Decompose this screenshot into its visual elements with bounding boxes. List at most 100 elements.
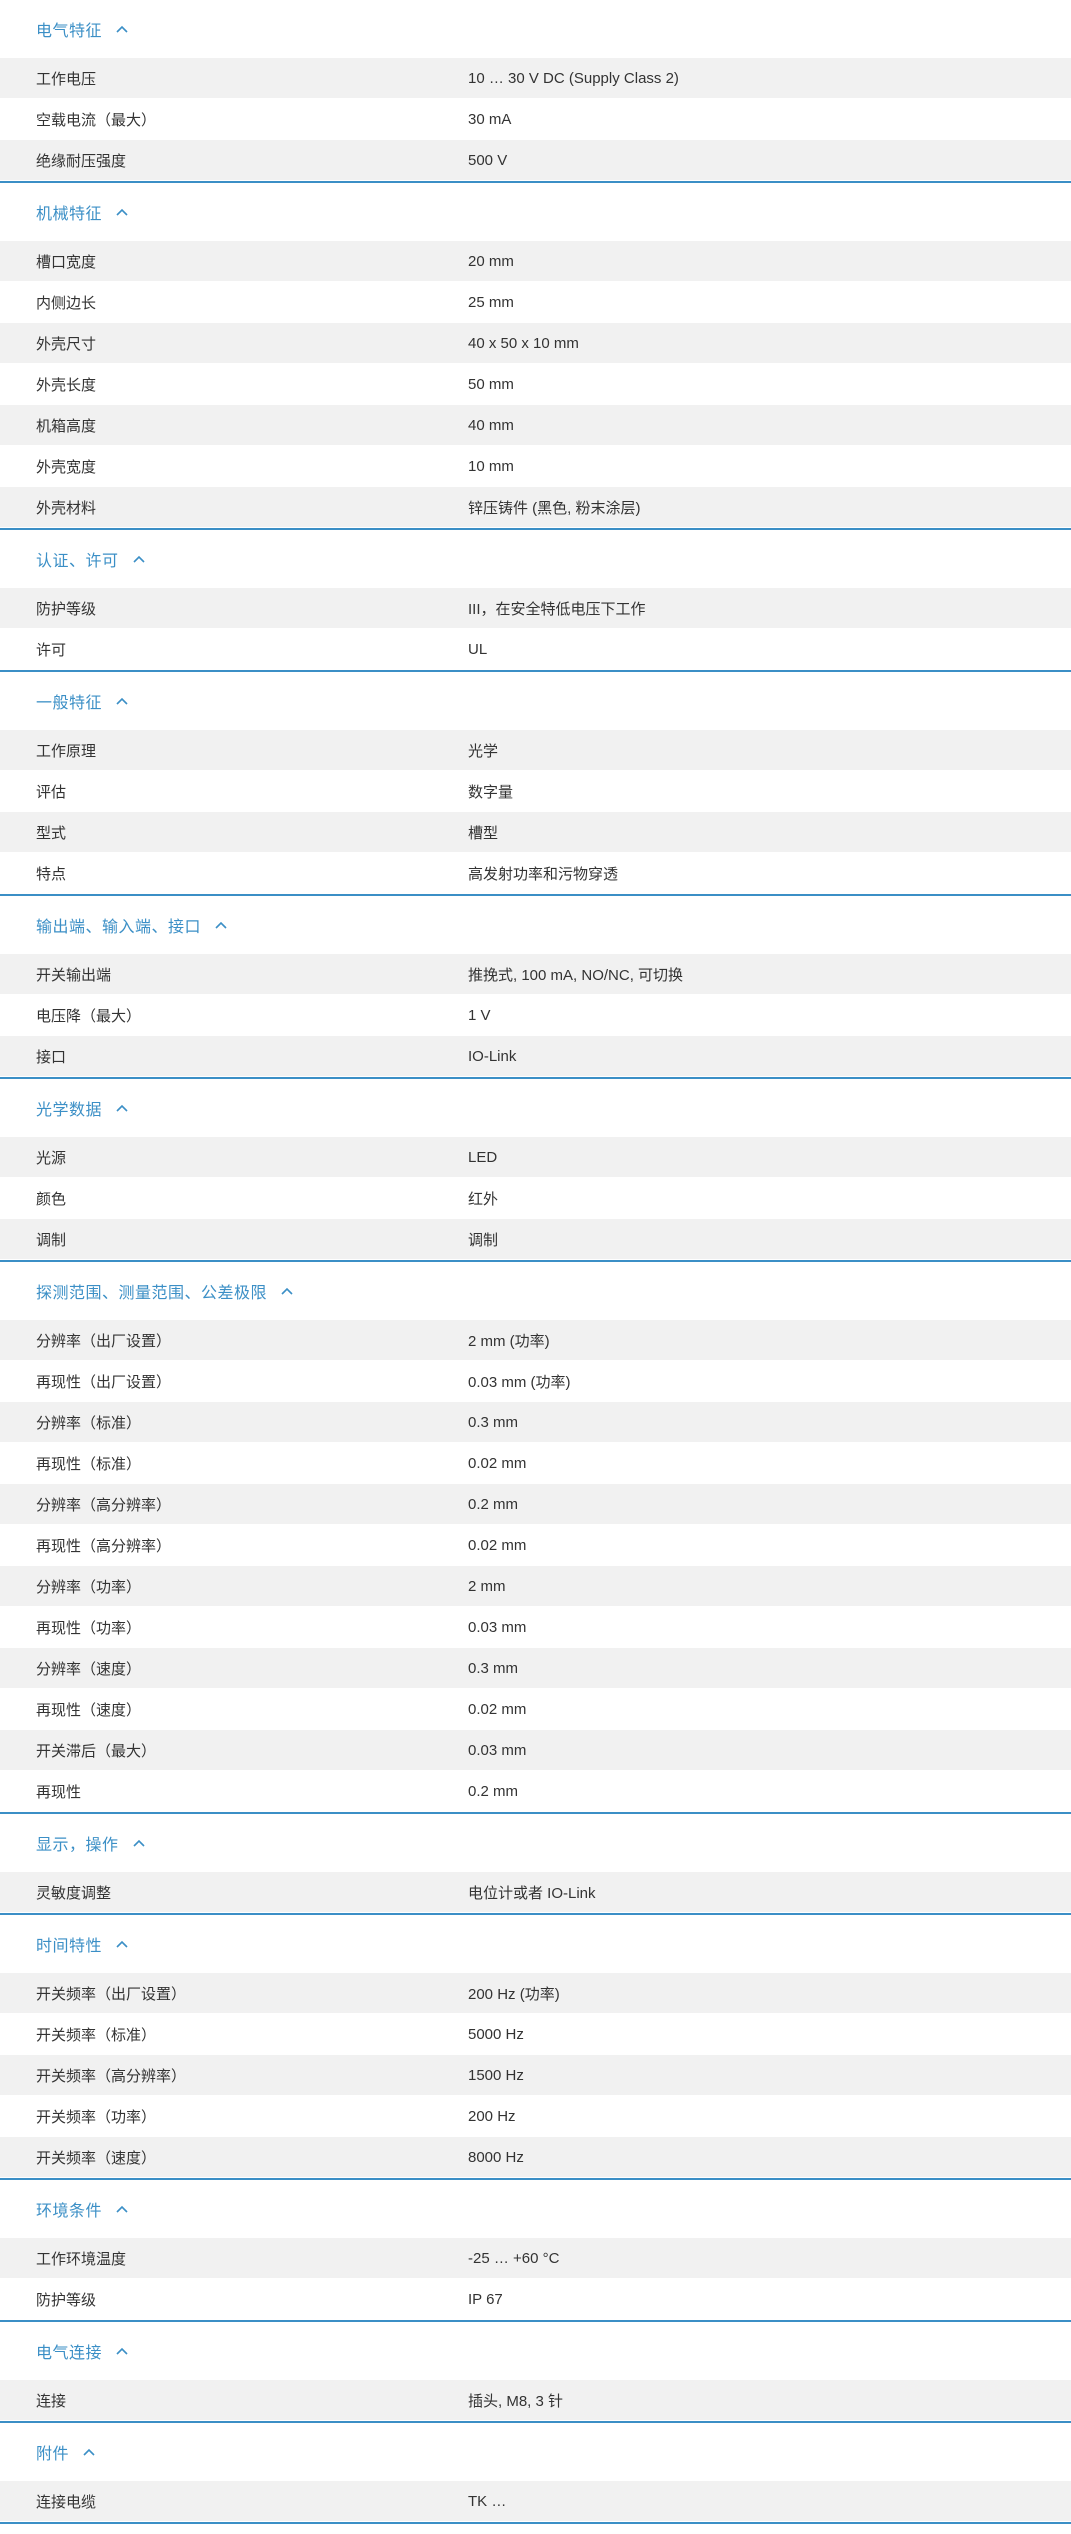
spec-label: 光源: [36, 1149, 67, 1167]
section-title: 一般特征: [36, 695, 103, 712]
table-row: 调制 调制: [0, 1219, 1071, 1260]
spec-section: 机械特征槽口宽度 20 mm 内侧边长 25 mm 外壳尺寸 40 x 50 x 10 m…: [0, 183, 1071, 530]
table-row: 外壳宽度 10 mm: [0, 446, 1071, 487]
section-title: 光学数据: [36, 1102, 103, 1119]
spec-value: 0.3 mm: [468, 1659, 519, 1677]
section-header-toggle[interactable]: 光学数据: [0, 1079, 1071, 1137]
table-row: 分辨率（高分辨率） 0.2 mm: [0, 1484, 1071, 1525]
section-header-toggle[interactable]: 环境条件: [0, 2180, 1071, 2238]
spec-value: IP 67: [468, 2290, 503, 2308]
table-row: 开关频率（出厂设置） 200 Hz (功率): [0, 1973, 1071, 2014]
table-row: 内侧边长 25 mm: [0, 282, 1071, 323]
spec-label: 调制: [36, 1231, 67, 1249]
spec-value: 20 mm: [468, 252, 514, 270]
table-row: 再现性（功率） 0.03 mm: [0, 1607, 1071, 1648]
spec-label: 再现性（高分辨率）: [36, 1537, 172, 1555]
table-row: 再现性（高分辨率） 0.02 mm: [0, 1525, 1071, 1566]
spec-value: 光学: [468, 742, 499, 760]
spec-label: 开关频率（速度）: [36, 2149, 157, 2167]
section-header-toggle[interactable]: 电气连接: [0, 2322, 1071, 2380]
chevron-up-icon[interactable]: [131, 551, 147, 567]
section-header-toggle[interactable]: 附件: [0, 2423, 1071, 2481]
spec-value: 电位计或者 IO-Link: [468, 1884, 596, 1902]
spec-label: 许可: [36, 641, 67, 659]
section-title: 电气特征: [36, 23, 103, 40]
table-row: 工作电压 10 … 30 V DC (Supply Class 2): [0, 58, 1071, 99]
spec-value: TK …: [468, 2492, 507, 2510]
chevron-up-icon[interactable]: [114, 21, 130, 37]
spec-value: 500 V: [468, 151, 508, 169]
table-row: 防护等级 III，在安全特低电压下工作: [0, 588, 1071, 629]
spec-label: 开关频率（高分辨率）: [36, 2067, 187, 2085]
table-row: 开关频率（标准） 5000 Hz: [0, 2014, 1071, 2055]
chevron-up-icon[interactable]: [114, 204, 130, 220]
spec-label: 再现性（标准）: [36, 1455, 142, 1473]
section-header-toggle[interactable]: 认证、许可: [0, 530, 1071, 588]
section-header-toggle[interactable]: 探测范围、测量范围、公差极限: [0, 1262, 1071, 1320]
table-row: 防护等级 IP 67: [0, 2279, 1071, 2320]
spec-value: 推挽式, 100 mA, NO/NC, 可切换: [468, 966, 684, 984]
section-title: 机械特征: [36, 206, 103, 223]
chevron-up-icon[interactable]: [114, 693, 130, 709]
spec-value: 调制: [468, 1231, 499, 1249]
section-rows: 光源 LED 颜色 红外 调制 调制: [0, 1137, 1071, 1262]
spec-label: 分辨率（标准）: [36, 1414, 142, 1432]
spec-value: 30 mA: [468, 110, 512, 128]
spec-value: 10 mm: [468, 457, 514, 475]
spec-label: 接口: [36, 1048, 67, 1066]
spec-label: 再现性（出厂设置）: [36, 1373, 172, 1391]
section-header-toggle[interactable]: 时间特性: [0, 1915, 1071, 1973]
section-title: 时间特性: [36, 1938, 103, 1955]
spec-label: 外壳长度: [36, 376, 97, 394]
section-title: 电气连接: [36, 2345, 103, 2362]
spec-label: 再现性（速度）: [36, 1701, 142, 1719]
chevron-up-icon[interactable]: [213, 917, 229, 933]
spec-label: 分辨率（高分辨率）: [36, 1496, 172, 1514]
spec-section: 电气特征工作电压 10 … 30 V DC (Supply Class 2) 空载电…: [0, 0, 1071, 183]
table-row: 槽口宽度 20 mm: [0, 241, 1071, 282]
table-row: 开关输出端 推挽式, 100 mA, NO/NC, 可切换: [0, 954, 1071, 995]
spec-value: 0.03 mm: [468, 1741, 527, 1759]
chevron-up-icon[interactable]: [81, 2444, 97, 2460]
section-rows: 开关输出端 推挽式, 100 mA, NO/NC, 可切换 电压降（最大） 1 V 接口…: [0, 954, 1071, 1079]
spec-label: 开关频率（出厂设置）: [36, 1985, 187, 2003]
spec-label: 特点: [36, 865, 67, 883]
chevron-up-icon[interactable]: [114, 1936, 130, 1952]
section-title: 环境条件: [36, 2203, 103, 2220]
table-row: 绝缘耐压强度 500 V: [0, 140, 1071, 181]
section-header-toggle[interactable]: 输出端、输入端、接口: [0, 896, 1071, 954]
section-rows: 槽口宽度 20 mm 内侧边长 25 mm 外壳尺寸 40 x 50 x 10 mm 外壳长…: [0, 241, 1071, 530]
section-header-toggle[interactable]: 一般特征: [0, 672, 1071, 730]
spec-label: 工作原理: [36, 742, 97, 760]
spec-value: 5000 Hz: [468, 2025, 524, 2043]
chevron-up-icon[interactable]: [114, 1100, 130, 1116]
spec-value: 0.03 mm (功率): [468, 1373, 571, 1391]
table-row: 分辨率（标准） 0.3 mm: [0, 1402, 1071, 1443]
spec-value: 10 … 30 V DC (Supply Class 2): [468, 69, 679, 87]
spec-value: 2 mm (功率): [468, 1332, 550, 1350]
section-header-toggle[interactable]: 机械特征: [0, 183, 1071, 241]
section-header-toggle[interactable]: 电气特征: [0, 0, 1071, 58]
table-row: 工作原理 光学: [0, 730, 1071, 771]
table-row: 外壳尺寸 40 x 50 x 10 mm: [0, 323, 1071, 364]
spec-section: 电气连接 连接 插头, M8, 3 针: [0, 2322, 1071, 2423]
spec-value: -25 … +60 °C: [468, 2249, 560, 2267]
section-rows: 防护等级 III，在安全特低电压下工作许可 UL: [0, 588, 1071, 672]
section-header-toggle[interactable]: 显示，操作: [0, 1814, 1071, 1872]
section-rows: 分辨率（出厂设置） 2 mm (功率) 再现性（出厂设置） 0.03 mm (功率) 分…: [0, 1320, 1071, 1814]
chevron-up-icon[interactable]: [114, 2201, 130, 2217]
spec-value: UL: [468, 640, 488, 658]
table-row: 电压降（最大） 1 V: [0, 995, 1071, 1036]
spec-label: 灵敏度调整: [36, 1884, 112, 1902]
chevron-up-icon[interactable]: [131, 1835, 147, 1851]
table-row: 再现性（速度） 0.02 mm: [0, 1689, 1071, 1730]
chevron-up-icon[interactable]: [279, 1283, 295, 1299]
spec-section: 一般特征 工作原理 光学 评估 数字量 型式 槽型 特点 高发射功率和污物穿透: [0, 672, 1071, 896]
spec-label: 空载电流（最大）: [36, 111, 157, 129]
table-row: 开关频率（高分辨率） 1500 Hz: [0, 2055, 1071, 2096]
section-rows: 工作电压 10 … 30 V DC (Supply Class 2) 空载电流（最大…: [0, 58, 1071, 183]
table-row: 连接电缆 TK …: [0, 2481, 1071, 2522]
chevron-up-icon[interactable]: [114, 2343, 130, 2359]
spec-label: 评估: [36, 783, 67, 801]
spec-value: 0.03 mm: [468, 1618, 527, 1636]
